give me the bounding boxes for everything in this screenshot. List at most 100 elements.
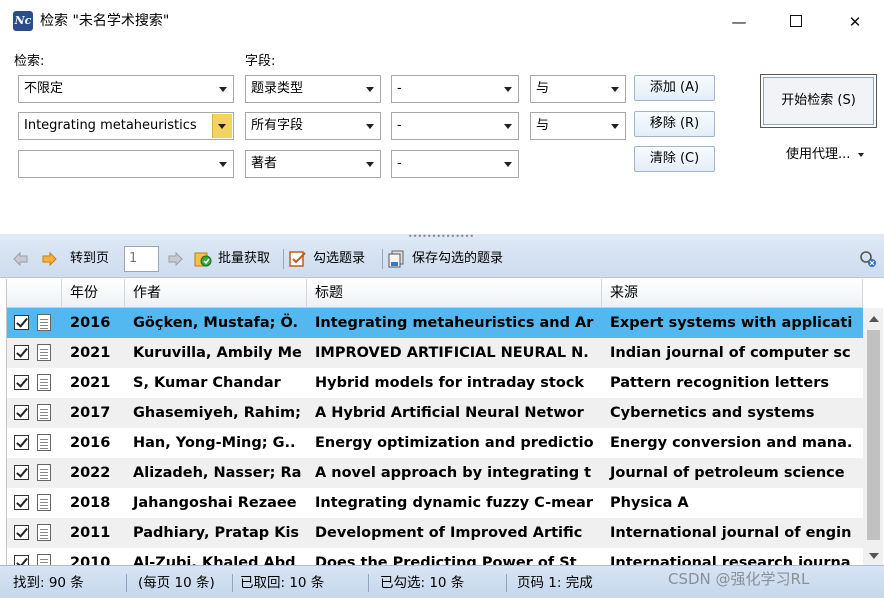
chevron-down-icon [219, 87, 227, 92]
row-checkbox[interactable] [14, 405, 29, 420]
watermark: CSDN @强化学习RL [668, 570, 810, 588]
page-status: 页码 1: 完成 [517, 575, 593, 591]
search-panel: 检索: 字段: 不限定 题录类型 - 与 添加 (A) Integrating … [0, 42, 884, 237]
cell-author: Ghasemiyeh, Rahim; [133, 405, 301, 421]
save-records-icon[interactable] [388, 250, 406, 268]
row-checkbox[interactable] [14, 435, 29, 450]
column-author[interactable]: 作者 [125, 279, 307, 308]
chevron-down-icon [218, 124, 226, 129]
field-combo-2[interactable]: 所有字段 [245, 112, 381, 140]
cell-title: Development of Improved Artific [315, 525, 583, 541]
table-row[interactable]: 2022 Alizadeh, Nasser; Ra A novel approach… [7, 458, 863, 488]
cell-author: Kuruvilla, Ambily Me [133, 345, 302, 361]
checked-count: 已勾选: 10 条 [380, 575, 465, 591]
table-row[interactable]: 2010 Al-Zubi, Khaled Abd Does the Predicti… [7, 548, 863, 565]
batch-fetch-button[interactable]: 批量获取 [218, 250, 270, 268]
cell-source: Indian journal of computer sc [610, 345, 851, 361]
table-row[interactable]: 2018 Jahangoshai Rezaee Integrating dynami… [7, 488, 863, 518]
results-grid: 年份 作者 标题 来源 2016 Göçken, Mustafa; Ö. Integ… [6, 279, 883, 565]
column-year[interactable]: 年份 [62, 279, 125, 308]
row-checkbox[interactable] [14, 345, 29, 360]
vertical-scrollbar[interactable] [863, 308, 883, 565]
add-button[interactable]: 添加 (A) [634, 75, 715, 101]
table-row[interactable]: 2017 Ghasemiyeh, Rahim; A Hybrid Artificia… [7, 398, 863, 428]
maximize-icon [790, 15, 802, 27]
chevron-down-icon [366, 162, 374, 167]
cell-source: Expert systems with applicati [610, 315, 853, 331]
cell-year: 2016 [70, 435, 111, 451]
document-icon [37, 374, 51, 391]
document-icon [37, 494, 51, 511]
column-source[interactable]: 来源 [602, 279, 863, 308]
cell-author: Göçken, Mustafa; Ö. [133, 315, 298, 331]
row-checkbox[interactable] [14, 495, 29, 510]
chevron-down-icon [366, 87, 374, 92]
page-number-input[interactable]: 1 [124, 246, 159, 272]
scroll-down-icon[interactable] [869, 553, 879, 559]
condition-combo-1[interactable]: - [391, 75, 519, 103]
cell-author: Al-Zubi, Khaled Abd [133, 555, 296, 565]
cell-title: A Hybrid Artificial Neural Networ [315, 405, 584, 421]
cell-author: S, Kumar Chandar [133, 375, 281, 391]
toolbar-divider [382, 249, 383, 269]
operator-combo-2[interactable]: 与 [530, 112, 626, 140]
operator-combo-1[interactable]: 与 [530, 75, 626, 103]
batch-fetch-icon[interactable] [194, 250, 212, 268]
scroll-up-icon[interactable] [869, 316, 879, 322]
go-to-page-icon[interactable] [166, 250, 184, 268]
minimize-button[interactable]: — [716, 6, 762, 38]
save-checked-button[interactable]: 保存勾选的题录 [412, 250, 503, 268]
table-row[interactable]: 2021 Kuruvilla, Ambily Me IMPROVED ARTIFIC… [7, 338, 863, 368]
table-row[interactable]: 2011 Padhiary, Pratap Kis Development of I… [7, 518, 863, 548]
cell-title: IMPROVED ARTIFICIAL NEURAL N. [315, 345, 589, 361]
check-records-button[interactable]: 勾选题录 [313, 250, 365, 268]
clear-results-icon[interactable] [859, 250, 877, 268]
query-combo-3[interactable] [18, 150, 234, 178]
row-checkbox[interactable] [14, 555, 29, 565]
cell-title: Hybrid models for intraday stock [315, 375, 585, 391]
cell-year: 2022 [70, 465, 111, 481]
condition-combo-3[interactable]: - [391, 150, 519, 178]
row-checkbox[interactable] [14, 465, 29, 480]
document-icon [37, 404, 51, 421]
cell-title: Does the Predicting Power of St [315, 555, 577, 565]
remove-button[interactable]: 移除 (R) [634, 111, 715, 137]
condition-combo-2[interactable]: - [391, 112, 519, 140]
document-icon [37, 464, 51, 481]
cell-source: Journal of petroleum science [610, 465, 845, 481]
query-combo-2[interactable]: Integrating metaheuristics [18, 112, 234, 140]
check-records-icon[interactable] [289, 250, 307, 268]
cell-title: Integrating dynamic fuzzy C-mear [315, 495, 593, 511]
clear-button[interactable]: 清除 (C) [634, 146, 715, 172]
cell-source: Energy conversion and mana. [610, 435, 853, 451]
scroll-thumb[interactable] [867, 330, 880, 540]
field-combo-1[interactable]: 题录类型 [245, 75, 381, 103]
maximize-button[interactable] [773, 6, 819, 38]
query-combo-1[interactable]: 不限定 [18, 75, 234, 103]
field-combo-3[interactable]: 著者 [245, 150, 381, 178]
column-title[interactable]: 标题 [307, 279, 602, 308]
use-proxy-menu[interactable]: 使用代理... [786, 143, 865, 162]
chevron-down-icon [611, 124, 619, 129]
row-checkbox[interactable] [14, 525, 29, 540]
table-row[interactable]: 2016 Göçken, Mustafa; Ö. Integrating metah… [7, 308, 863, 338]
field-label: 字段: [245, 54, 276, 69]
cell-year: 2017 [70, 405, 111, 421]
row-checkbox[interactable] [14, 375, 29, 390]
previous-page-icon[interactable] [12, 250, 30, 268]
document-icon [37, 434, 51, 451]
fetched-count: 已取回: 10 条 [240, 575, 325, 591]
cell-source: International research journa [610, 555, 851, 565]
start-search-button[interactable]: 开始检索 (S) [760, 74, 877, 128]
goto-page-label: 转到页 [70, 251, 110, 266]
table-row[interactable]: 2016 Han, Yong-Ming; G.. Energy optimizati… [7, 428, 863, 458]
table-row[interactable]: 2021 S, Kumar Chandar Hybrid models for in… [7, 368, 863, 398]
next-page-icon[interactable] [40, 250, 58, 268]
results-toolbar: 转到页 1 批量获取 勾选题录 保存勾选的题录 [0, 240, 884, 278]
row-checkbox[interactable] [14, 315, 29, 330]
document-icon [37, 554, 51, 565]
close-button[interactable]: ✕ [832, 6, 878, 38]
found-count: 找到: 90 条 [13, 575, 84, 591]
cell-year: 2021 [70, 375, 111, 391]
cell-title: Energy optimization and predictio [315, 435, 594, 451]
